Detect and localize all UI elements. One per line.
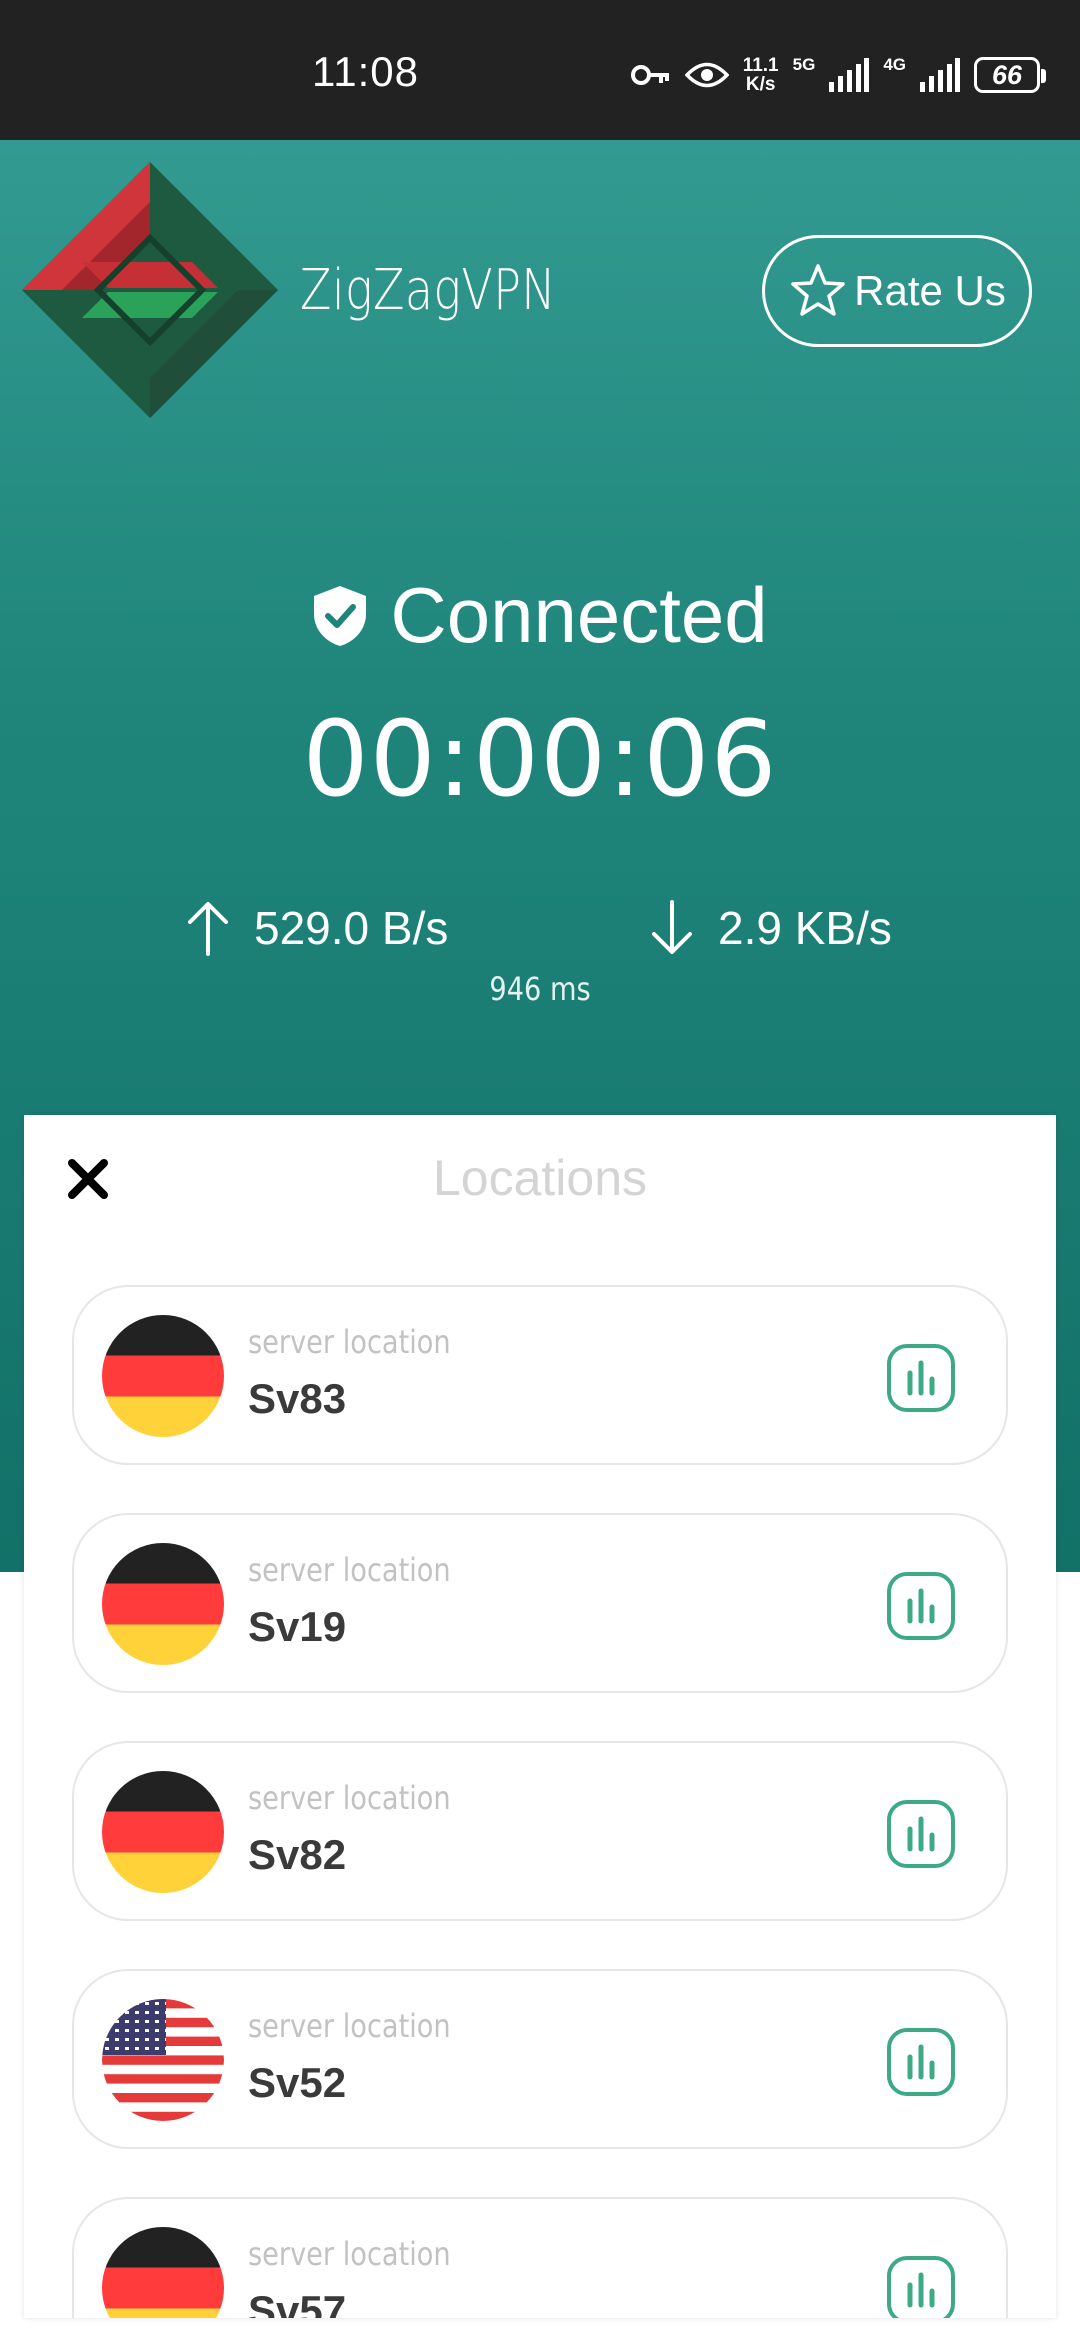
signal-strength-icon[interactable] xyxy=(886,2255,956,2318)
germany-flag-icon xyxy=(102,1771,224,1893)
signal-5g-icon xyxy=(829,58,870,92)
battery-level: 66 xyxy=(991,59,1023,90)
download-speed: 2.9 KB/s xyxy=(650,900,892,956)
arrow-down-icon xyxy=(652,900,692,954)
arrow-up-icon xyxy=(188,902,228,956)
signal-strength-icon[interactable] xyxy=(886,1343,956,1413)
star-icon xyxy=(791,264,845,316)
server-item[interactable]: server location Sv52 xyxy=(72,1969,1008,2149)
net-speed: 11.1 K/s xyxy=(742,55,779,95)
signal-4g-icon xyxy=(920,58,960,92)
upload-speed-value: 529.0 B/s xyxy=(254,902,449,954)
signal-strength-icon[interactable] xyxy=(886,1571,956,1641)
rate-us-button[interactable]: Rate Us xyxy=(762,235,1032,347)
server-location-label: server location xyxy=(248,1323,451,1361)
connection-status: Connected xyxy=(0,570,1080,661)
server-location-label: server location xyxy=(248,1779,451,1817)
usa-flag-icon xyxy=(102,1999,224,2121)
server-name: Sv57 xyxy=(248,2287,347,2318)
status-bar: 11:08 11.1 K/s 5G 4G 66 xyxy=(0,0,1080,140)
server-location-label: server location xyxy=(248,2007,451,2045)
server-item[interactable]: server location Sv57 xyxy=(72,2197,1008,2318)
eye-icon xyxy=(684,62,729,88)
vpn-key-icon xyxy=(630,65,669,85)
server-location-label: server location xyxy=(248,1551,451,1589)
signal-strength-icon[interactable] xyxy=(886,2027,956,2097)
status-icons: 11.1 K/s 5G 4G 66 xyxy=(630,55,1046,95)
app-name: ZigZagVPN xyxy=(300,258,557,323)
germany-flag-icon xyxy=(102,1543,224,1665)
locations-title: Locations xyxy=(432,1150,648,1206)
server-location-label: server location xyxy=(248,2235,451,2273)
zigzag-logo-icon xyxy=(22,162,278,418)
network-5g-label: 5G xyxy=(792,55,816,74)
server-item[interactable]: server location Sv19 xyxy=(72,1513,1008,1693)
network-4g-label: 4G xyxy=(883,55,906,74)
status-time: 11:08 xyxy=(312,48,419,95)
shield-check-icon xyxy=(314,585,367,646)
germany-flag-icon xyxy=(102,2227,224,2318)
locations-sheet: Locations server location Sv83 server lo… xyxy=(24,1115,1056,2318)
server-list: server location Sv83 server location Sv1… xyxy=(72,1285,1008,2318)
signal-strength-icon[interactable] xyxy=(886,1799,956,1869)
server-name: Sv52 xyxy=(248,2059,347,2106)
server-item[interactable]: server location Sv82 xyxy=(72,1741,1008,1921)
rate-us-label: Rate Us xyxy=(854,267,1006,314)
download-speed-value: 2.9 KB/s xyxy=(718,902,892,954)
server-name: Sv82 xyxy=(248,1831,347,1878)
battery-icon: 66 xyxy=(974,57,1046,93)
connection-status-text: Connected xyxy=(390,571,768,659)
server-item[interactable]: server location Sv83 xyxy=(72,1285,1008,1465)
connection-timer: 00:00:06 xyxy=(302,698,778,820)
server-name: Sv83 xyxy=(248,1375,347,1422)
server-name: Sv19 xyxy=(248,1603,347,1650)
germany-flag-icon xyxy=(102,1315,224,1437)
ping-value: 946 ms xyxy=(489,970,591,1008)
upload-speed: 529.0 B/s xyxy=(186,900,448,956)
